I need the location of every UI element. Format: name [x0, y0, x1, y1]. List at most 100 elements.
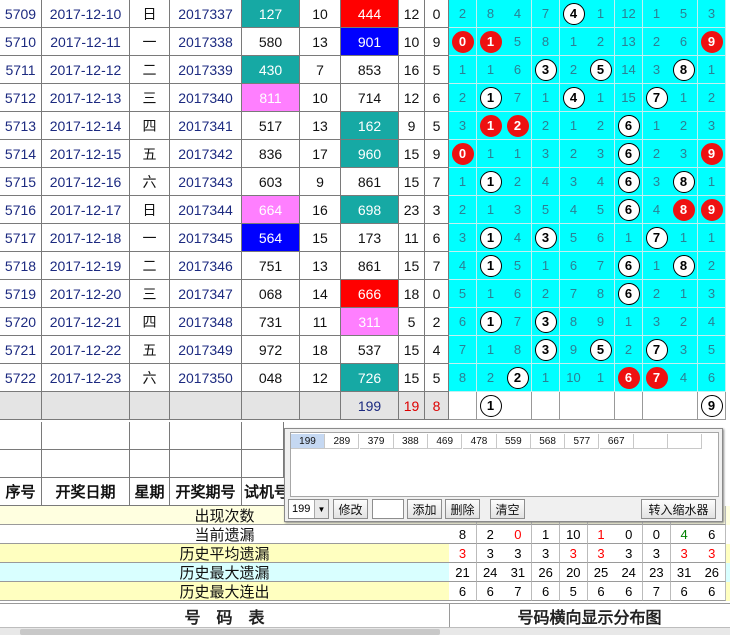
test-number-cell: 127 — [242, 0, 300, 28]
chevron-down-icon[interactable]: ▼ — [314, 500, 328, 518]
seq-cell: 5709 — [0, 0, 42, 28]
draw-row[interactable]: 5721 2017-12-22 五 2017349 972 18 537 15 4 7 1 8 3 9 5 2… — [0, 336, 730, 364]
draw-row[interactable]: 5711 2017-12-12 二 2017339 430 7 853 16 5 1 1 6 3 2 5 14… — [0, 56, 730, 84]
distribution-cell: 4 — [587, 168, 615, 196]
transfer-to-reducer-button[interactable]: 转入缩水器 — [641, 499, 716, 519]
number-list-item[interactable]: 568 — [531, 434, 566, 449]
draw-row[interactable]: 5718 2017-12-19 二 2017346 751 13 861 15 7 4 1 5 1 6 7 6… — [0, 252, 730, 280]
distribution-cell: 4 — [560, 0, 588, 28]
winning-number-cell: 537 — [341, 336, 399, 364]
draw-row[interactable]: 5713 2017-12-14 四 2017341 517 13 162 9 5 3 1 2 2 1 2 6 1… — [0, 112, 730, 140]
distribution-cell — [670, 392, 698, 420]
distribution-cell: 4 — [504, 224, 532, 252]
distribution-cell: 3 — [532, 140, 560, 168]
test-sum-cell: 17 — [300, 140, 341, 168]
header-seq[interactable]: 序号 — [0, 478, 42, 506]
number-list-item[interactable] — [668, 434, 703, 449]
number-select[interactable]: 199 ▼ — [288, 499, 329, 519]
header-period[interactable]: 开奖期号 — [170, 478, 242, 506]
distribution-cell: 3 — [532, 224, 560, 252]
draw-row[interactable]: 5717 2017-12-18 一 2017345 564 15 173 11 6 3 1 4 3 5 6 1… — [0, 224, 730, 252]
distribution-cell: 2 — [477, 364, 505, 392]
number-ball: 7 — [645, 86, 668, 109]
stat-value: 6 — [698, 525, 727, 544]
distribution-cell: 8 — [477, 0, 505, 28]
number-ball: 3 — [534, 338, 557, 361]
distribution-cell: 1 — [560, 28, 588, 56]
span-value-cell: 0 — [425, 0, 449, 28]
number-list-item[interactable]: 667 — [599, 434, 634, 449]
draw-row[interactable]: 5722 2017-12-23 六 2017350 048 12 726 15 5 8 2 2 1 10 1… — [0, 364, 730, 392]
scrollbar-thumb[interactable] — [20, 629, 440, 635]
distribution-cell: 3 — [504, 196, 532, 224]
draw-row[interactable]: 5719 2017-12-20 三 2017347 068 14 666 18 0 5 1 6 2 7 8 6… — [0, 280, 730, 308]
sum-value-cell: 5 — [399, 308, 425, 336]
draw-row[interactable]: 5714 2017-12-15 五 2017342 836 17 960 15 9 0 1 1 3 2 3 6… — [0, 140, 730, 168]
clear-button[interactable]: 清空 — [490, 499, 525, 519]
distribution-cell: 2 — [560, 56, 588, 84]
number-list-item[interactable]: 559 — [496, 434, 531, 449]
distribution-cell: 8 — [504, 336, 532, 364]
distribution-cell: 1 — [587, 0, 615, 28]
distribution-cell: 8 — [670, 56, 698, 84]
draw-row[interactable]: 5710 2017-12-11 一 2017338 580 13 901 10 9 0 1 5 8 1 2 1… — [0, 28, 730, 56]
distribution-cell — [615, 392, 643, 420]
period-cell: 2017347 — [170, 280, 242, 308]
number-list-item[interactable] — [634, 434, 668, 449]
period-cell: 2017350 — [170, 364, 242, 392]
summary-blank-cell — [170, 392, 242, 420]
draw-row[interactable]: 5715 2017-12-16 六 2017343 603 9 861 15 7 1 1 2 4 3 4 6 3… — [0, 168, 730, 196]
draw-row[interactable]: 5709 2017-12-10 日 2017337 127 10 444 12 0 2 8 4 7 4 1 1… — [0, 0, 730, 28]
number-list-item[interactable]: 469 — [428, 434, 463, 449]
add-button[interactable]: 添加 — [407, 499, 442, 519]
header-test-number[interactable]: 试机号 — [242, 478, 285, 506]
distribution-cell: 6 — [615, 140, 643, 168]
distribution-cell: 2 — [587, 112, 615, 140]
winning-number-cell: 960 — [341, 140, 399, 168]
distribution-cell: 2 — [532, 112, 560, 140]
distribution-cell: 1 — [698, 56, 726, 84]
blank-cell — [42, 422, 130, 450]
sum-value-cell: 15 — [399, 252, 425, 280]
draw-row[interactable]: 5716 2017-12-17 日 2017344 664 16 698 23 3 2 1 3 5 4 5 6… — [0, 196, 730, 224]
distribution-cell: 5 — [587, 56, 615, 84]
date-cell: 2017-12-21 — [42, 308, 130, 336]
distribution-cell: 3 — [449, 112, 477, 140]
number-list-item[interactable]: 199 — [291, 434, 325, 449]
distribution-cell: 10 — [560, 364, 588, 392]
number-list-item[interactable]: 478 — [462, 434, 497, 449]
number-list-item[interactable]: 379 — [359, 434, 394, 449]
number-list-item[interactable]: 289 — [325, 434, 360, 449]
test-sum-cell: 10 — [300, 0, 341, 28]
weekday-cell: 四 — [130, 308, 170, 336]
distribution-cell: 4 — [670, 364, 698, 392]
horizontal-scrollbar[interactable] — [0, 627, 730, 635]
distribution-cell: 6 — [670, 28, 698, 56]
distribution-cell: 1 — [587, 84, 615, 112]
test-sum-cell: 13 — [300, 252, 341, 280]
header-date[interactable]: 开奖日期 — [42, 478, 130, 506]
number-input[interactable] — [372, 499, 404, 519]
period-cell: 2017341 — [170, 112, 242, 140]
header-week[interactable]: 星期 — [130, 478, 170, 506]
distribution-cell: 1 — [615, 308, 643, 336]
test-sum-cell: 15 — [300, 224, 341, 252]
weekday-cell: 二 — [130, 56, 170, 84]
distribution-cell: 6 — [504, 56, 532, 84]
draw-row[interactable]: 5720 2017-12-21 四 2017348 731 11 311 5 2 6 1 7 3 8 9 1 3… — [0, 308, 730, 336]
seq-cell: 5722 — [0, 364, 42, 392]
number-list-item[interactable]: 388 — [393, 434, 428, 449]
modify-button[interactable]: 修改 — [333, 499, 368, 519]
period-cell: 2017348 — [170, 308, 242, 336]
distribution-cell — [532, 392, 560, 420]
distribution-cell: 2 — [449, 0, 477, 28]
draw-row[interactable]: 5712 2017-12-13 三 2017340 811 10 714 12 6 2 1 7 1 4 1 1… — [0, 84, 730, 112]
delete-button[interactable]: 删除 — [445, 499, 480, 519]
distribution-cell: 2 — [643, 280, 671, 308]
distribution-cell: 6 — [698, 364, 726, 392]
stat-label: 历史平均遗漏 — [0, 544, 449, 563]
number-list[interactable]: 199 289 379 388 469 478 559 568 577 667 — [290, 432, 719, 497]
stat-value: 4 — [670, 525, 699, 544]
number-list-item[interactable]: 577 — [565, 434, 600, 449]
distribution-cell: 1 — [643, 112, 671, 140]
